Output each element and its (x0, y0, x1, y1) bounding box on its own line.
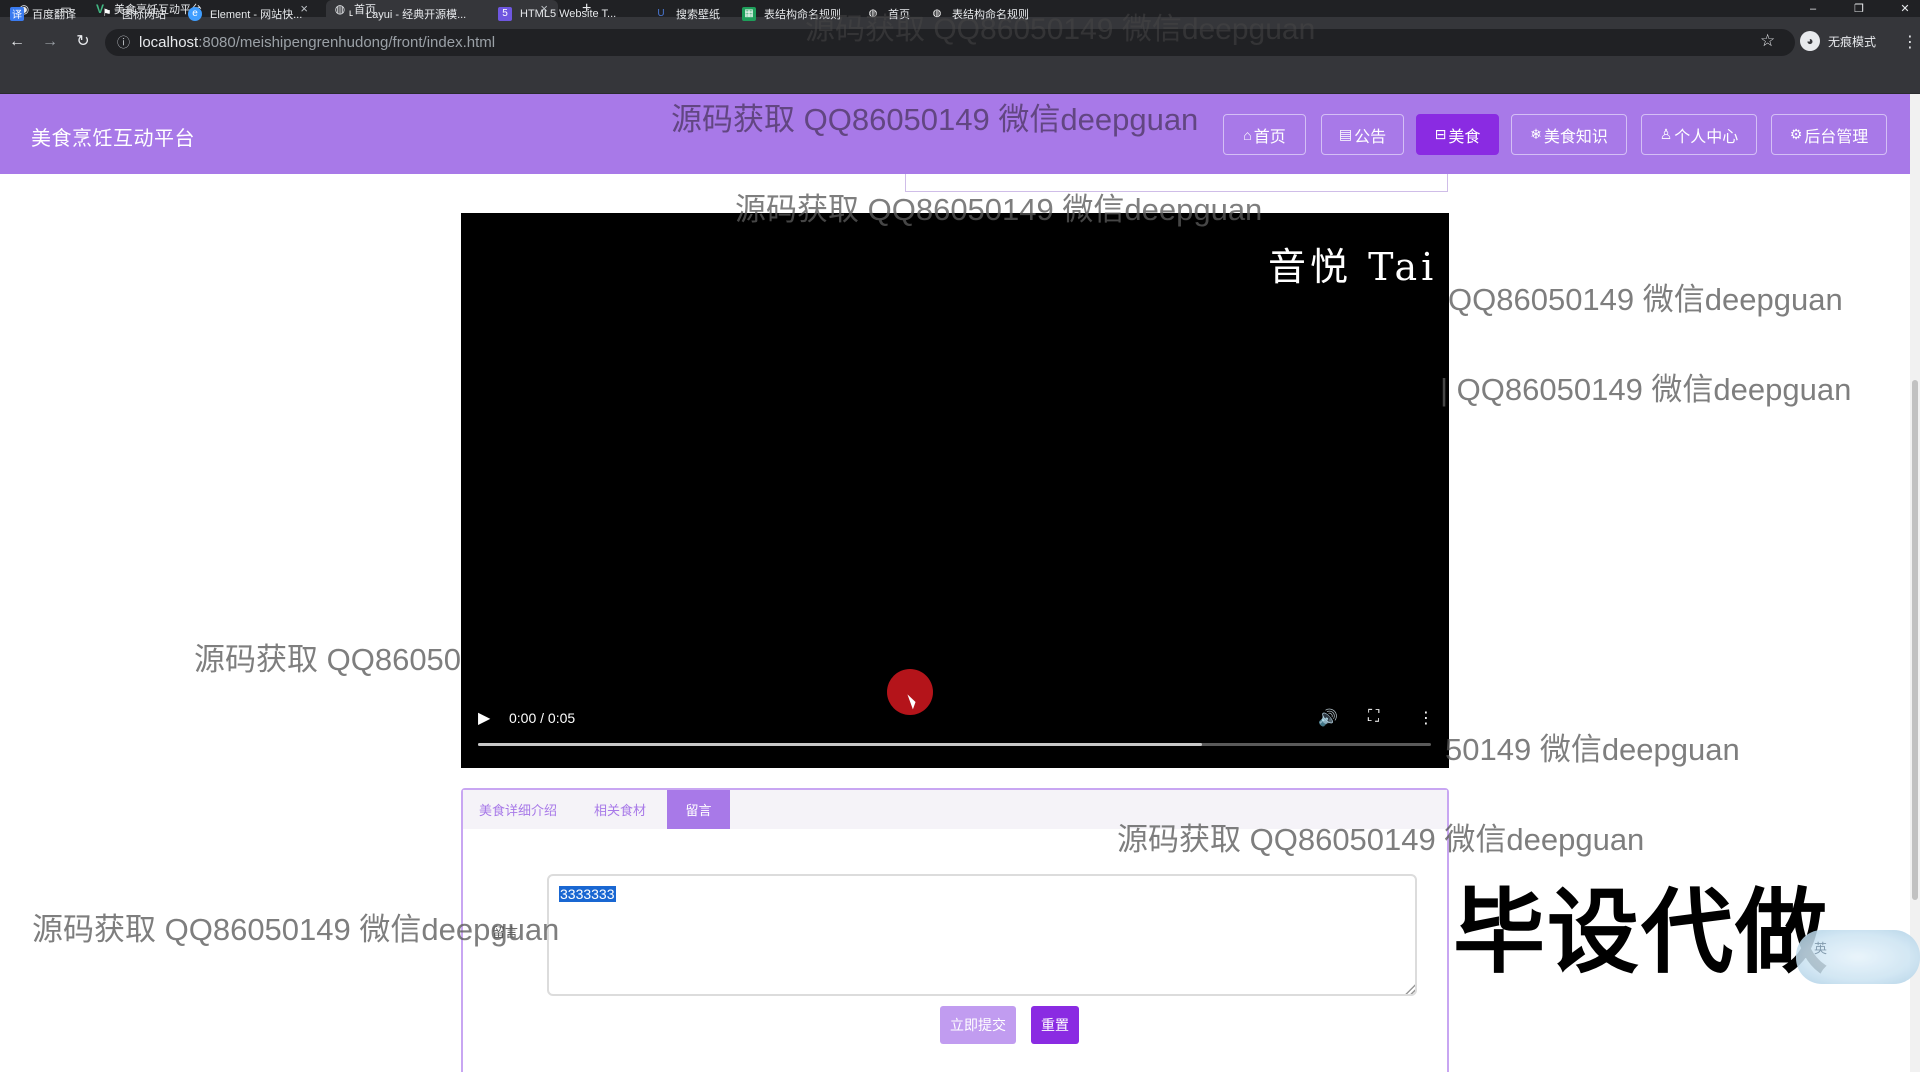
back-icon[interactable]: ← (6, 30, 28, 54)
nav-notice-button[interactable]: ▤ 公告 (1321, 114, 1404, 155)
bookmark-label: 百度翻译 (32, 8, 76, 21)
bookmark-item[interactable]: e Element - 网站快... (188, 0, 302, 27)
watermark-text: 源码获取 QQ86050149 微信deepguan (1117, 822, 1645, 857)
bookmark-item[interactable]: 5 HTML5 Website T... (498, 0, 616, 27)
textarea-resize-handle[interactable] (1405, 984, 1415, 994)
watermark-text: 源码获取 QQ86050149 微信deepguan (671, 102, 1199, 137)
video-time: 0:00 / 0:05 (509, 710, 576, 726)
bookmark-label: 搜索壁纸 (676, 8, 720, 21)
nav-label: 公告 (1354, 128, 1387, 146)
ime-sticker: 英 (1796, 930, 1920, 984)
url-path: :8080/meishipengrenhudong/front/index.ht… (198, 34, 496, 51)
reload-icon[interactable]: ↻ (72, 30, 94, 54)
element-icon: e (188, 6, 202, 21)
watermark-text: | QQ86050149 微信deepguan (1440, 372, 1852, 407)
watermark-text: 源码获取 QQ86050149 微信deepguan (735, 192, 1263, 227)
bookmark-label: HTML5 Website T... (520, 7, 617, 20)
scrollbar-thumb[interactable] (1912, 380, 1918, 900)
watermark-text: QQ86050149 微信deepguan (1448, 282, 1843, 317)
watermark-text: 源码获取 QQ86050 (194, 642, 462, 677)
food-icon: ⊟ (1434, 126, 1447, 142)
bookmark-item[interactable]: ʟ Layui - 经典开源模... (344, 0, 466, 27)
restore-icon[interactable]: ❐ (1844, 0, 1874, 17)
bookmark-item[interactable]: U 搜索壁纸 (654, 0, 720, 27)
play-icon[interactable]: ▶ (478, 708, 490, 728)
more-options-icon[interactable]: ⋮ (1418, 708, 1434, 728)
promo-overlay-text: 毕设代做 (1453, 882, 1830, 984)
home-icon: ⌂ (1243, 126, 1252, 143)
bookmark-star-icon[interactable]: ☆ (1760, 31, 1775, 51)
watermark-text: 源码获取 QQ86050149 微信deepguan (32, 912, 560, 947)
bookmark-label: Layui - 经典开源模... (366, 8, 467, 21)
video-watermark-logo: 音悦 Tai (1268, 245, 1438, 289)
ime-label: 英 (1814, 941, 1828, 956)
bookmark-item[interactable]: ⚑ 图标网站 (100, 0, 166, 27)
comment-text: 3333333 (559, 886, 616, 902)
layui-icon: ʟ (348, 8, 354, 19)
link-icon: ⚙ (1789, 126, 1803, 142)
volume-icon[interactable]: 🔊 (1318, 708, 1338, 728)
wallpaper-icon: U (657, 8, 665, 19)
reset-button[interactable]: 重置 (1031, 1006, 1079, 1044)
site-info-icon[interactable]: ⓘ (117, 29, 130, 56)
nav-food-button[interactable]: ⊟ 美食 (1416, 114, 1499, 155)
bookmark-label: 图标网站 (122, 8, 166, 21)
site-title: 美食烹饪互动平台 (31, 128, 195, 150)
mouse-cursor-highlight (887, 669, 933, 715)
watermark-text: 源码获取 QQ86050149 微信deepguan (805, 13, 1316, 46)
comment-textarea[interactable]: 3333333 (547, 874, 1417, 996)
tab-ingredients[interactable]: 相关食材 (575, 790, 665, 829)
translate-icon: 译 (10, 6, 24, 21)
url-host: localhost (139, 34, 199, 51)
video-player[interactable] (461, 213, 1449, 768)
nav-label: 个人中心 (1674, 128, 1739, 146)
bookmark-label: Element - 网站快... (210, 8, 303, 21)
nav-label: 后台管理 (1804, 128, 1869, 146)
nav-label: 美食 (1448, 128, 1481, 146)
tab-food-details[interactable]: 美食详细介绍 (463, 790, 573, 829)
notice-icon: ▤ (1338, 126, 1353, 142)
minimize-icon[interactable]: – (1798, 0, 1828, 17)
nav-admin-button[interactable]: ⚙ 后台管理 (1771, 114, 1887, 155)
nav-label: 美食知识 (1543, 128, 1608, 146)
video-buffer-bar (478, 743, 1203, 746)
browser-menu-dots-icon[interactable]: ⋮ (1902, 32, 1918, 52)
profile-label: 无痕模式 (1828, 34, 1877, 49)
video-progress-track[interactable] (478, 743, 1431, 746)
fullscreen-icon[interactable]: ⛶ (1368, 708, 1379, 726)
close-window-icon[interactable]: ✕ (1890, 0, 1920, 17)
user-icon: ♙ (1659, 126, 1673, 142)
incognito-profile[interactable]: ◕ 无痕模式 (1800, 31, 1876, 51)
html5-icon: 5 (498, 6, 512, 21)
nav-home-button[interactable]: ⌂ 首页 (1223, 114, 1306, 155)
nav-profile-button[interactable]: ♙ 个人中心 (1641, 114, 1757, 155)
incognito-icon: ◕ (1800, 31, 1820, 51)
sheet-icon: ▦ (742, 6, 756, 21)
nav-knowledge-button[interactable]: ❄ 美食知识 (1511, 114, 1627, 155)
tab-comments[interactable]: 留言 (667, 790, 730, 829)
bookmarks-bar (0, 67, 1920, 94)
forward-icon[interactable]: → (39, 30, 61, 54)
bookmark-item[interactable]: 译百度翻译 (10, 0, 76, 27)
flag-icon: ⚑ (102, 8, 112, 19)
knowledge-icon: ❄ (1530, 126, 1542, 142)
nav-label: 首页 (1253, 128, 1286, 146)
submit-button[interactable]: 立即提交 (940, 1006, 1016, 1044)
watermark-text: 50149 微信deepguan (1445, 732, 1740, 767)
